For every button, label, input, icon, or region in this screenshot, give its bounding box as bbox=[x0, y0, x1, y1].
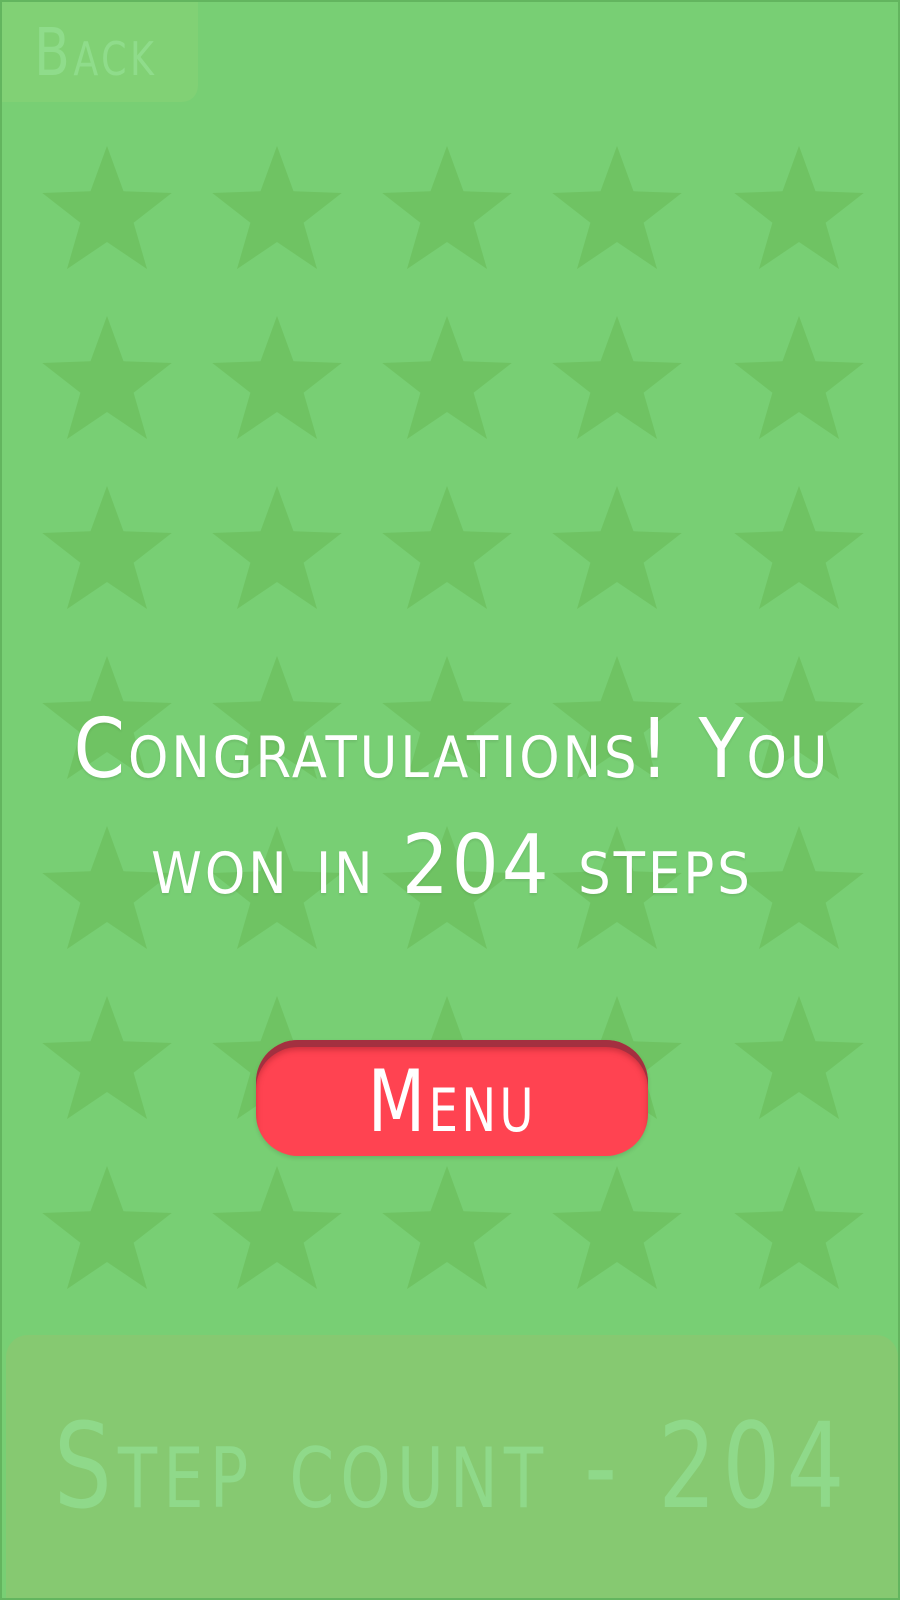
congratulations-message-line-2: won in 204 steps bbox=[151, 818, 753, 913]
star-icon bbox=[382, 1166, 512, 1289]
star-icon bbox=[212, 486, 342, 609]
congratulations-message: Congratulations! You won in 204 steps bbox=[62, 692, 842, 924]
congratulations-message-line-1: Congratulations! You bbox=[73, 702, 831, 797]
star-icon bbox=[212, 316, 342, 439]
star-icon bbox=[552, 316, 682, 439]
back-button[interactable]: Back bbox=[2, 2, 198, 102]
star-icon bbox=[212, 1166, 342, 1289]
star-icon bbox=[382, 486, 512, 609]
star-icon bbox=[42, 316, 172, 439]
star-icon bbox=[734, 146, 864, 269]
star-icon bbox=[42, 996, 172, 1119]
star-icon bbox=[382, 316, 512, 439]
menu-button-label: Menu bbox=[367, 1052, 537, 1152]
star-icon bbox=[734, 486, 864, 609]
star-icon bbox=[734, 996, 864, 1119]
menu-button[interactable]: Menu bbox=[256, 1040, 648, 1156]
star-icon bbox=[212, 146, 342, 269]
star-icon bbox=[382, 146, 512, 269]
game-over-screen: Back Congratulations! You won in 204 ste… bbox=[0, 0, 900, 1600]
step-count-label: Step count - 204 bbox=[53, 1397, 851, 1535]
star-icon bbox=[552, 486, 682, 609]
star-icon bbox=[42, 1166, 172, 1289]
star-icon bbox=[734, 316, 864, 439]
star-icon bbox=[42, 486, 172, 609]
star-icon bbox=[42, 146, 172, 269]
back-button-label: Back bbox=[33, 13, 158, 91]
star-icon bbox=[552, 146, 682, 269]
star-icon bbox=[734, 1166, 864, 1289]
step-count-panel: Step count - 204 bbox=[6, 1335, 898, 1598]
star-icon bbox=[552, 1166, 682, 1289]
